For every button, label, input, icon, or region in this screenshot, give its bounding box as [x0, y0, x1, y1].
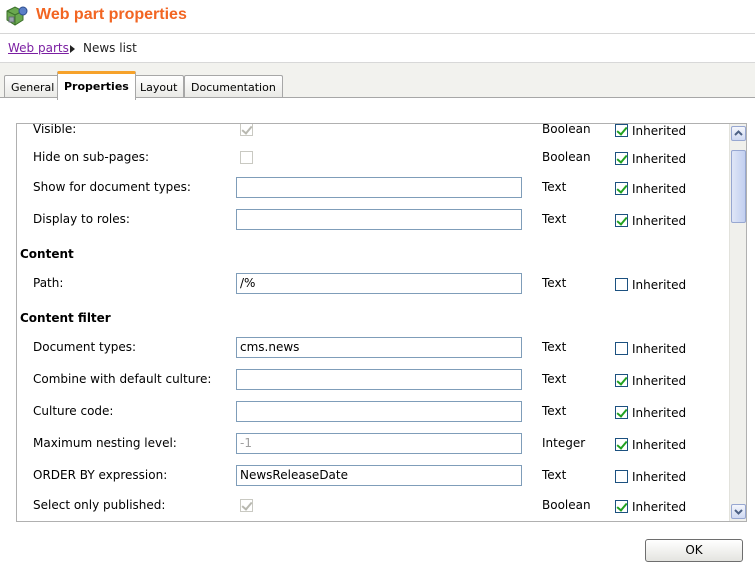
inherited-label: Inherited	[632, 406, 687, 420]
property-row-select-only-published: Select only published: Boolean Inherited	[17, 498, 729, 521]
breadcrumb-arrow-icon	[70, 45, 75, 53]
select-only-published-checkbox[interactable]	[240, 499, 253, 512]
property-row-hide-on-sub-pages: Hide on sub-pages: Boolean Inherited	[17, 150, 729, 174]
page-title: Web part properties	[36, 6, 187, 23]
property-type: Text	[542, 276, 567, 290]
property-label: Maximum nesting level:	[33, 436, 177, 450]
inherited-checkbox[interactable]	[615, 470, 628, 483]
property-label: Hide on sub-pages:	[33, 150, 150, 164]
property-label: Culture code:	[33, 404, 114, 418]
visible-checkbox[interactable]	[240, 124, 253, 136]
property-label: Combine with default culture:	[33, 372, 212, 386]
property-type: Text	[542, 372, 567, 386]
display-to-roles-input[interactable]	[236, 209, 522, 230]
properties-panel: Visible: Boolean Inherited Hide on sub-p…	[16, 123, 747, 522]
breadcrumb-link-web-parts[interactable]: Web parts	[8, 41, 69, 55]
tab-documentation[interactable]: Documentation	[184, 75, 283, 99]
property-row-display-to-roles: Display to roles: Text Inherited	[17, 209, 729, 236]
scrollbar-thumb[interactable]	[731, 150, 746, 223]
inherited-checkbox[interactable]	[615, 500, 628, 513]
property-type: Integer	[542, 436, 586, 450]
section-heading-content-filter: Content filter	[20, 311, 111, 325]
property-label: Show for document types:	[33, 180, 191, 194]
inherited-label: Inherited	[632, 374, 687, 388]
inherited-label: Inherited	[632, 470, 687, 484]
inherited-label: Inherited	[632, 124, 687, 138]
section-heading-content: Content	[20, 247, 74, 261]
property-label: ORDER BY expression:	[33, 468, 168, 482]
inherited-checkbox[interactable]	[615, 438, 628, 451]
page-header: Web part properties	[0, 0, 755, 34]
property-label: Path:	[33, 276, 64, 290]
inherited-checkbox[interactable]	[615, 342, 628, 355]
property-row-path: Path: /% Text Inherited	[17, 273, 729, 300]
inherited-checkbox[interactable]	[615, 182, 628, 195]
ok-button-label: OK	[685, 543, 703, 557]
property-type: Text	[542, 340, 567, 354]
property-label: Visible:	[33, 123, 77, 136]
inherited-label: Inherited	[632, 500, 687, 514]
document-types-input[interactable]: cms.news	[236, 337, 522, 358]
vertical-scrollbar[interactable]	[729, 124, 746, 521]
inherited-label: Inherited	[632, 182, 687, 196]
property-type: Boolean	[542, 498, 591, 512]
hide-on-sub-pages-checkbox[interactable]	[240, 151, 253, 164]
show-for-document-types-input[interactable]	[236, 177, 522, 198]
breadcrumb-current: News list	[83, 41, 137, 55]
inherited-checkbox[interactable]	[615, 214, 628, 227]
property-label: Select only published:	[33, 498, 166, 512]
inherited-label: Inherited	[632, 438, 687, 452]
inherited-label: Inherited	[632, 278, 687, 292]
property-type: Text	[542, 404, 567, 418]
properties-content: Visible: Boolean Inherited Hide on sub-p…	[0, 97, 755, 534]
property-label: Document types:	[33, 340, 137, 354]
maximum-nesting-level-input[interactable]: -1	[236, 433, 522, 454]
chevron-up-icon	[734, 130, 743, 136]
tab-layout[interactable]: Layout	[133, 75, 185, 99]
inherited-checkbox[interactable]	[615, 152, 628, 165]
tab-bar: General Properties Layout Documentation	[0, 63, 755, 100]
inherited-checkbox[interactable]	[615, 124, 628, 137]
ok-button[interactable]: OK	[645, 539, 743, 562]
inherited-checkbox[interactable]	[615, 406, 628, 419]
property-type: Text	[542, 212, 567, 226]
order-by-expression-input[interactable]: NewsReleaseDate	[236, 465, 522, 486]
inherited-checkbox[interactable]	[615, 278, 628, 291]
property-row-maximum-nesting-level: Maximum nesting level: -1 Integer Inheri…	[17, 433, 729, 460]
combine-with-default-culture-input[interactable]	[236, 369, 522, 390]
inherited-label: Inherited	[632, 152, 687, 166]
property-row-order-by-expression: ORDER BY expression: NewsReleaseDate Tex…	[17, 465, 729, 492]
scroll-up-button[interactable]	[731, 126, 746, 141]
webpart-puzzle-icon	[6, 6, 28, 26]
property-row-visible: Visible: Boolean Inherited	[17, 123, 729, 146]
tab-properties[interactable]: Properties	[57, 71, 136, 100]
property-type: Boolean	[542, 150, 591, 164]
culture-code-input[interactable]	[236, 401, 522, 422]
chevron-down-icon	[734, 509, 743, 515]
inherited-checkbox[interactable]	[615, 374, 628, 387]
breadcrumb: Web parts News list	[0, 34, 755, 63]
property-row-combine-with-default-culture: Combine with default culture: Text Inher…	[17, 369, 729, 396]
property-type: Text	[542, 180, 567, 194]
inherited-label: Inherited	[632, 342, 687, 356]
property-row-document-types: Document types: cms.news Text Inherited	[17, 337, 729, 364]
path-input[interactable]: /%	[236, 273, 522, 294]
property-label: Display to roles:	[33, 212, 130, 226]
inherited-label: Inherited	[632, 214, 687, 228]
tab-general[interactable]: General	[4, 75, 62, 99]
property-row-show-for-document-types: Show for document types: Text Inherited	[17, 177, 729, 204]
scroll-down-button[interactable]	[731, 504, 746, 519]
dialog-footer: OK	[0, 534, 755, 566]
property-type: Text	[542, 468, 567, 482]
property-type: Boolean	[542, 123, 591, 136]
property-row-culture-code: Culture code: Text Inherited	[17, 401, 729, 428]
